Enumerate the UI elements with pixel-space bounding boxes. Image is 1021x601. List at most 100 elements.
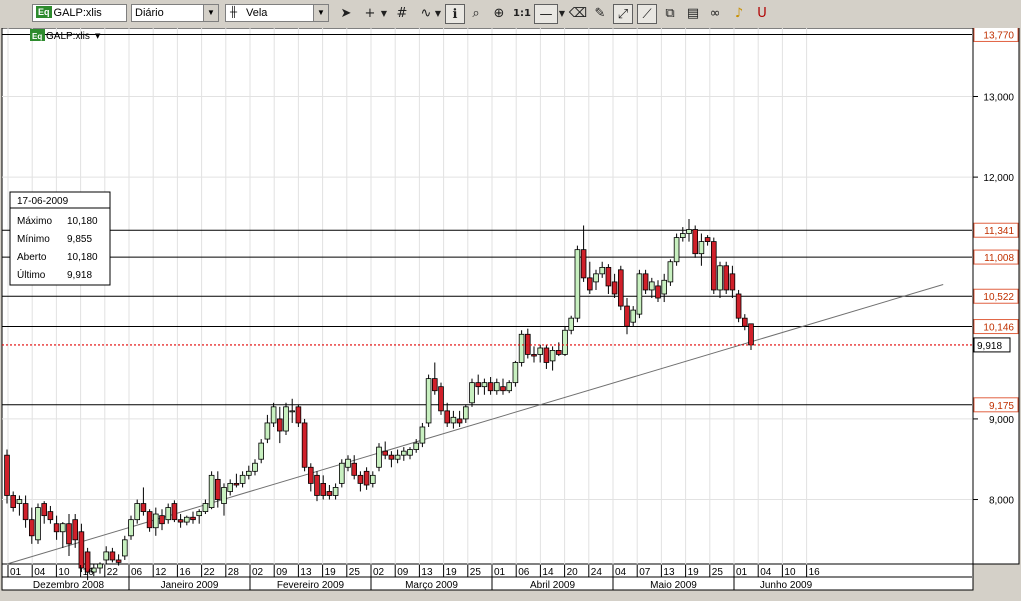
candle-body-up xyxy=(549,350,556,362)
candle-body-down xyxy=(351,462,357,476)
chart-style-select[interactable]: ╫ Vela ▼ xyxy=(225,4,329,22)
x-tick-label: 16 xyxy=(179,567,191,578)
candle[interactable] xyxy=(376,443,382,472)
pointer-icon[interactable]: ➤ xyxy=(336,4,356,24)
candle-body-down xyxy=(611,281,618,295)
candle-body-down xyxy=(307,466,314,484)
zoom-box-icon[interactable]: ⌕ xyxy=(466,4,486,24)
draw-tool-icon[interactable]: ⟋ xyxy=(637,4,657,24)
candle[interactable] xyxy=(673,233,680,266)
candle-body-up xyxy=(649,281,655,291)
x-tick-label: 04 xyxy=(615,567,627,578)
chevron-down-icon[interactable]: ▼ xyxy=(378,4,390,24)
zoom-in-icon[interactable]: ⊕ xyxy=(489,4,509,24)
grid-icon[interactable]: # xyxy=(392,4,412,24)
magnet-icon[interactable]: U xyxy=(752,4,772,24)
candle[interactable] xyxy=(636,269,643,319)
alert-bell-icon[interactable]: ♪ xyxy=(729,4,749,24)
candle-body-down xyxy=(159,515,165,525)
x-tick-label: 19 xyxy=(688,567,700,578)
candle[interactable] xyxy=(723,261,729,294)
x-tick-label: 04 xyxy=(760,567,772,578)
candle-body-up xyxy=(717,265,723,291)
zoom-1to1-button[interactable]: 1:1 xyxy=(512,4,532,24)
candle-body-up xyxy=(152,513,159,529)
candle-body-down xyxy=(642,273,649,291)
candle[interactable] xyxy=(692,225,698,258)
candle-body-up xyxy=(239,474,246,484)
line-tool-icon[interactable]: — xyxy=(534,4,558,24)
x-tick-label: 02 xyxy=(252,567,264,578)
candle[interactable] xyxy=(518,330,525,367)
candle-body-down xyxy=(692,229,698,255)
info-value: 10,180 xyxy=(67,216,98,227)
x-tick-label: 10 xyxy=(784,567,796,578)
x-tick-label: 25 xyxy=(349,567,361,578)
candle-body-down xyxy=(41,503,47,517)
candle-body-up xyxy=(680,233,686,238)
candle[interactable] xyxy=(469,378,475,407)
candle[interactable] xyxy=(574,245,581,323)
last-price-label: 9,918 xyxy=(977,341,1002,352)
candle[interactable] xyxy=(438,382,444,415)
month-label: Março 2009 xyxy=(405,580,458,591)
x-tick-label: 19 xyxy=(325,567,337,578)
candle-body-down xyxy=(140,503,147,513)
x-tick-label: 22 xyxy=(107,567,119,578)
candle[interactable] xyxy=(338,459,345,488)
candle-body-up xyxy=(103,551,110,561)
x-tick-label: 28 xyxy=(228,567,240,578)
candle[interactable] xyxy=(301,418,308,472)
candle-body-down xyxy=(735,293,742,319)
eraser-icon[interactable]: ⌫ xyxy=(568,4,588,24)
period-select[interactable]: Diário ▼ xyxy=(131,4,219,22)
candle-body-up xyxy=(165,507,172,521)
candle-body-up xyxy=(221,487,227,504)
candle[interactable] xyxy=(711,237,717,294)
candle-body-down xyxy=(711,241,717,291)
chevron-down-icon[interactable]: ▼ xyxy=(556,4,568,24)
chart-symbol-label: GALP:xlis xyxy=(46,31,90,42)
candle-body-up xyxy=(196,511,203,517)
edit-icon[interactable]: ✎ xyxy=(590,4,610,24)
info-icon[interactable]: ℹ xyxy=(445,4,465,24)
candle[interactable] xyxy=(283,402,289,436)
candle[interactable] xyxy=(667,259,674,286)
candle-body-up xyxy=(562,329,568,355)
candle[interactable] xyxy=(512,360,519,387)
candle-body-down xyxy=(72,519,79,541)
candle-body-down xyxy=(382,450,388,456)
candle-body-down xyxy=(53,523,60,533)
copy-icon[interactable]: ⧉ xyxy=(660,4,680,24)
candle-body-down xyxy=(475,382,481,388)
candle[interactable] xyxy=(425,374,432,427)
candle-body-up xyxy=(264,422,271,440)
candle-body-up xyxy=(450,416,457,424)
candle-body-up xyxy=(283,406,289,432)
month-label: Junho 2009 xyxy=(760,580,813,591)
chevron-down-icon[interactable]: ▼ xyxy=(432,4,444,24)
symbol-field[interactable]: Eq GALP:xlis xyxy=(32,4,127,22)
candle[interactable] xyxy=(4,449,10,504)
candle[interactable] xyxy=(208,471,215,510)
candle[interactable] xyxy=(618,265,624,311)
candle-body-down xyxy=(171,503,178,521)
trend-line-icon[interactable]: ⤢ xyxy=(613,4,633,24)
candle[interactable] xyxy=(562,326,568,357)
chart-symbol-badge: Eq xyxy=(32,32,42,41)
candle-body-down xyxy=(556,350,562,355)
period-value: Diário xyxy=(135,7,164,19)
properties-icon[interactable]: ▤ xyxy=(683,4,703,24)
candle-body-down xyxy=(177,519,184,523)
x-tick-label: 10 xyxy=(58,567,70,578)
candle-body-up xyxy=(134,503,141,521)
link-icon[interactable]: ∞ xyxy=(705,4,725,24)
candle[interactable] xyxy=(735,289,742,323)
candle-body-down xyxy=(748,323,754,346)
candle[interactable] xyxy=(171,500,178,523)
candle[interactable] xyxy=(35,503,41,544)
info-label: Último xyxy=(17,268,46,281)
x-tick-label: 01 xyxy=(494,567,506,578)
price-chart[interactable]: 01 04 10 16 22 06 12 16 22 28 02 09 13 19 25 02 09 13 19 25… xyxy=(0,28,1021,601)
crosshair-icon[interactable]: + xyxy=(360,4,380,24)
